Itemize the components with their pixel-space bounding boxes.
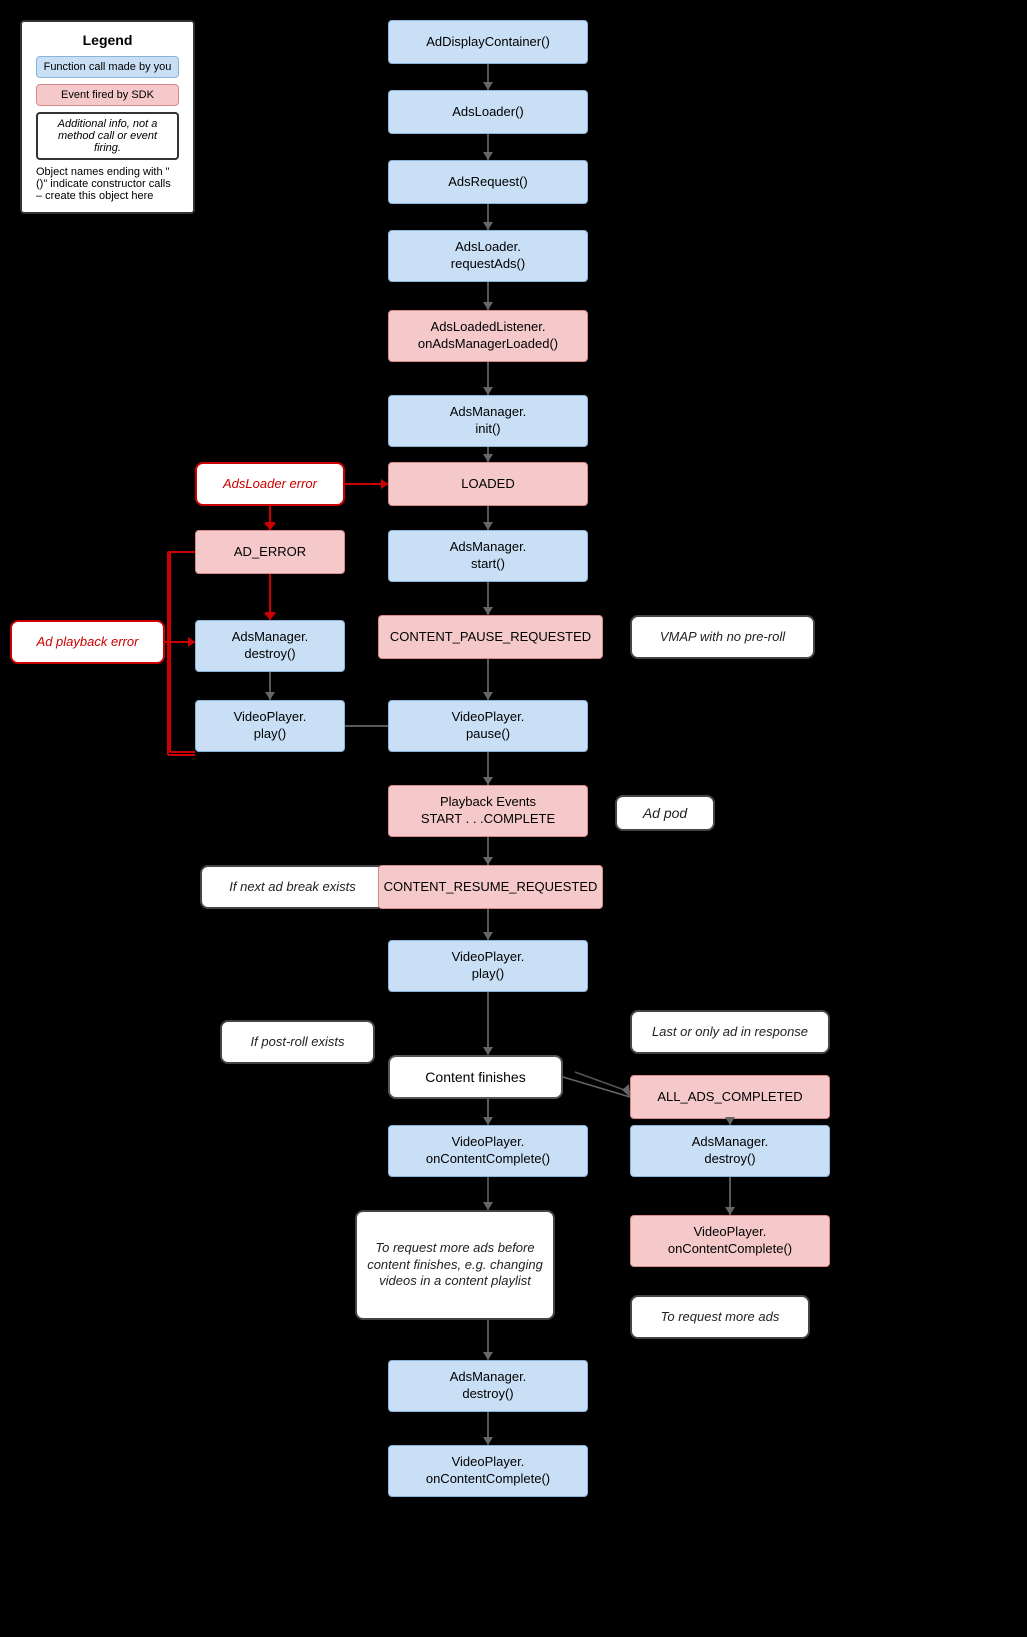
box-PlaybackEvents: Playback EventsSTART . . .COMPLETE — [388, 785, 588, 837]
box-VideoPlayerPlay1: VideoPlayer.play() — [195, 700, 345, 752]
diagram-container: Legend Function call made by you Event f… — [0, 0, 1027, 1637]
box-AdsLoader: AdsLoader() — [388, 90, 588, 134]
box-AdsManagerStart: AdsManager.start() — [388, 530, 588, 582]
box-AD-ERROR: AD_ERROR — [195, 530, 345, 574]
box-VmapNoPre: VMAP with no pre-roll — [630, 615, 815, 659]
legend-blue-item: Function call made by you — [36, 56, 179, 78]
box-IfPostRoll: If post-roll exists — [220, 1020, 375, 1064]
box-VideoPlayerOnContentComplete1: VideoPlayer.onContentComplete() — [388, 1125, 588, 1177]
box-ToRequestMoreAds: To request more ads — [630, 1295, 810, 1339]
box-AdsRequest: AdsRequest() — [388, 160, 588, 204]
legend-title: Legend — [36, 32, 179, 48]
box-LOADED: LOADED — [388, 462, 588, 506]
box-AdDisplayContainer: AdDisplayContainer() — [388, 20, 588, 64]
box-VideoPlayerPlay2: VideoPlayer.play() — [388, 940, 588, 992]
box-AdsManagerInit: AdsManager.init() — [388, 395, 588, 447]
box-CONTENT-RESUME-REQUESTED: CONTENT_RESUME_REQUESTED — [378, 865, 603, 909]
legend-info-item: Additional info, not a method call or ev… — [36, 112, 179, 160]
box-AdPod: Ad pod — [615, 795, 715, 831]
box-VideoPlayerPause: VideoPlayer.pause() — [388, 700, 588, 752]
box-IfNextAdBreak: If next ad break exists — [200, 865, 385, 909]
legend-pink-item: Event fired by SDK — [36, 84, 179, 106]
box-AdsManagerDestroy1: AdsManager.destroy() — [195, 620, 345, 672]
box-AdsLoaderRequestAds: AdsLoader.requestAds() — [388, 230, 588, 282]
box-ContentFinishes: Content finishes — [388, 1055, 563, 1099]
box-ALL-ADS-COMPLETED: ALL_ADS_COMPLETED — [630, 1075, 830, 1119]
box-VideoPlayerOnContentComplete2: VideoPlayer.onContentComplete() — [630, 1215, 830, 1267]
box-AdsLoaderError: AdsLoader error — [195, 462, 345, 506]
box-ToRequestMore: To request more ads before content finis… — [355, 1210, 555, 1320]
box-LastOrOnlyAd: Last or only ad in response — [630, 1010, 830, 1054]
box-CONTENT-PAUSE-REQUESTED: CONTENT_PAUSE_REQUESTED — [378, 615, 603, 659]
box-VideoPlayerOnContentComplete3: VideoPlayer.onContentComplete() — [388, 1445, 588, 1497]
box-AdPlaybackError: Ad playback error — [10, 620, 165, 664]
legend: Legend Function call made by you Event f… — [20, 20, 195, 214]
legend-note: Object names ending with "()" indicate c… — [36, 166, 179, 202]
box-AdsLoadedListener: AdsLoadedListener.onAdsManagerLoaded() — [388, 310, 588, 362]
box-AdsManagerDestroy3: AdsManager.destroy() — [388, 1360, 588, 1412]
box-AdsManagerDestroy2: AdsManager.destroy() — [630, 1125, 830, 1177]
